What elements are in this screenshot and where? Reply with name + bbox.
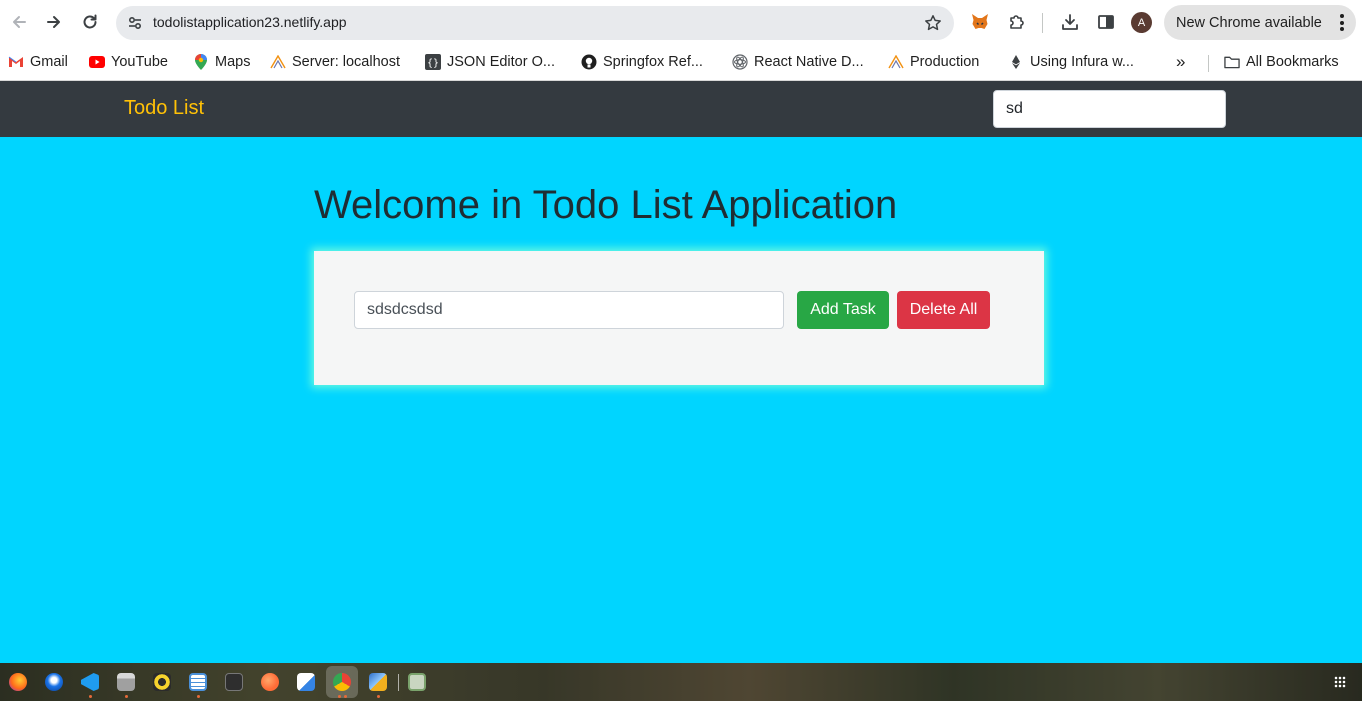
virtualbox-icon[interactable] (369, 673, 387, 691)
all-bookmarks-label: All Bookmarks (1246, 54, 1339, 70)
bookmark-server-localhost[interactable]: Server: localhost (270, 51, 400, 73)
bookmark-label: React Native D... (754, 54, 864, 70)
reload-icon (83, 14, 97, 29)
bookmark-label: Maps (215, 54, 251, 70)
react-icon (732, 54, 748, 70)
vscode-icon[interactable] (81, 673, 99, 691)
page-title: Welcome in Todo List Application (314, 183, 898, 227)
url-text[interactable]: todolistapplication23.netlify.app (153, 14, 347, 30)
more-bookmarks-button[interactable]: » (1176, 52, 1185, 72)
address-bar[interactable]: todolistapplication23.netlify.app (116, 6, 954, 40)
download-icon (1062, 14, 1078, 30)
bookmark-infura[interactable]: Using Infura w... (1008, 51, 1134, 73)
delete-all-button[interactable]: Delete All (897, 291, 990, 329)
phpmyadmin-icon (888, 54, 904, 70)
bookmark-star-button[interactable] (922, 12, 944, 34)
json-braces-icon: {} (425, 54, 441, 70)
metamask-fox-icon (972, 14, 988, 29)
files-icon[interactable] (117, 673, 135, 691)
bookmark-springfox[interactable]: Springfox Ref... (581, 51, 703, 73)
phpmyadmin-icon (270, 54, 286, 70)
star-icon (925, 15, 941, 31)
main-content: Welcome in Todo List Application Add Tas… (0, 137, 1362, 663)
update-chrome-button[interactable]: New Chrome available (1164, 5, 1356, 40)
chrome-icon[interactable] (333, 673, 351, 691)
os-taskbar (0, 663, 1362, 701)
maps-pin-icon (193, 54, 209, 70)
bookmark-label: Springfox Ref... (603, 54, 703, 70)
bookmark-label: Server: localhost (292, 54, 400, 70)
bookmark-production[interactable]: Production (888, 51, 979, 73)
running-indicator (89, 695, 92, 698)
terminal-icon[interactable] (225, 673, 243, 691)
bookmark-react-native[interactable]: React Native D... (732, 51, 864, 73)
bookmark-label: JSON Editor O... (447, 54, 555, 70)
side-panel-icon (1098, 15, 1114, 29)
toolbar-divider (1042, 13, 1043, 33)
rhythmbox-icon[interactable] (153, 673, 171, 691)
all-bookmarks-button[interactable]: All Bookmarks (1224, 51, 1339, 73)
add-task-button[interactable]: Add Task (797, 291, 889, 329)
running-indicator (197, 695, 200, 698)
bookmark-label: Production (910, 54, 980, 70)
firefox-icon[interactable] (9, 673, 27, 691)
metamask-extension-button[interactable] (967, 9, 993, 35)
puzzle-icon (1010, 15, 1024, 29)
arrow-left-icon (13, 16, 26, 28)
svg-text:{}: {} (427, 58, 439, 69)
arrow-right-icon (47, 16, 60, 28)
bookmark-youtube[interactable]: YouTube (89, 51, 168, 73)
ethereum-icon (1008, 54, 1024, 70)
app-navbar: Todo List (0, 81, 1362, 137)
text-editor-icon[interactable] (189, 673, 207, 691)
bookmark-json-editor[interactable]: {} JSON Editor O... (425, 51, 555, 73)
side-panel-button[interactable] (1093, 9, 1119, 35)
navbar-brand[interactable]: Todo List (124, 97, 204, 120)
bookmarks-divider (1208, 55, 1209, 72)
running-indicator (377, 695, 380, 698)
youtube-icon (89, 54, 105, 70)
bookmarks-bar: Gmail YouTube Maps Server: localhost {} … (0, 44, 1362, 81)
gmail-icon (8, 54, 24, 70)
profile-avatar[interactable]: A (1131, 12, 1152, 33)
bookmark-label: Gmail (30, 54, 68, 70)
app-grid-icon[interactable] (1334, 676, 1346, 688)
notes-icon[interactable] (297, 673, 315, 691)
running-indicator (125, 695, 128, 698)
bookmark-label: Using Infura w... (1030, 54, 1134, 70)
postman-icon[interactable] (261, 673, 279, 691)
forward-button[interactable] (39, 7, 69, 37)
bookmark-gmail[interactable]: Gmail (8, 51, 68, 73)
reload-button[interactable] (75, 7, 105, 37)
bookmark-label: YouTube (111, 54, 168, 70)
kebab-menu-icon (1340, 14, 1344, 31)
extensions-button[interactable] (1004, 9, 1030, 35)
running-indicator (338, 695, 341, 698)
browser-toolbar: todolistapplication23.netlify.app A New … (0, 0, 1362, 44)
site-info-button[interactable] (122, 10, 148, 36)
task-input[interactable] (354, 291, 784, 329)
search-input[interactable] (993, 90, 1226, 128)
task-form-card: Add Task Delete All (314, 251, 1044, 385)
bookmark-maps[interactable]: Maps (193, 51, 250, 73)
running-indicator (344, 695, 347, 698)
back-button[interactable] (4, 7, 34, 37)
trash-icon[interactable] (408, 673, 426, 691)
github-icon (581, 54, 597, 70)
folder-icon (1224, 54, 1240, 70)
taskbar-divider (398, 674, 399, 691)
update-chrome-label: New Chrome available (1176, 14, 1322, 31)
tune-icon (128, 16, 142, 30)
thunderbird-icon[interactable] (45, 673, 63, 691)
downloads-button[interactable] (1057, 9, 1083, 35)
